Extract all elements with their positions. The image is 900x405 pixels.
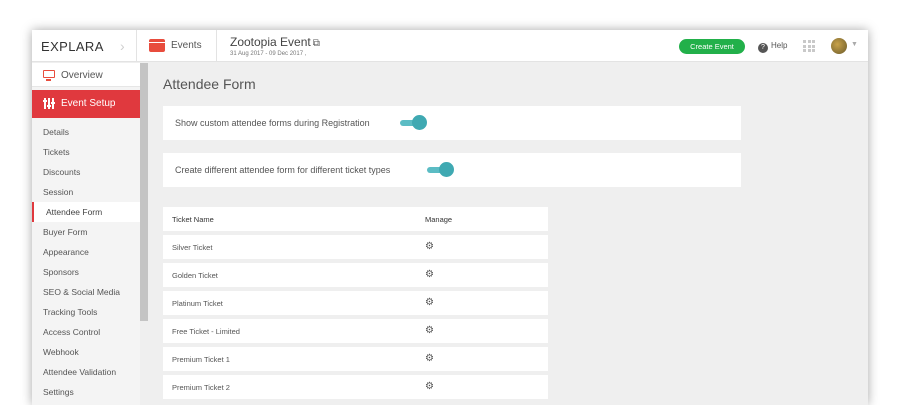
per-ticket-forms-toggle[interactable] (427, 162, 454, 177)
sliders-icon (43, 98, 55, 109)
events-nav-link[interactable]: Events (171, 40, 202, 51)
sidebar-item-session[interactable]: Session (32, 182, 140, 202)
sidebar-scrollbar[interactable] (140, 63, 148, 321)
ticket-name: Silver Ticket (172, 243, 213, 252)
sidebar-item-appearance[interactable]: Appearance (32, 242, 140, 262)
create-event-button[interactable]: Create Event (679, 39, 745, 54)
gear-icon[interactable]: ⚙ (425, 326, 434, 336)
avatar[interactable] (831, 38, 847, 54)
ticket-name: Premium Ticket 1 (172, 355, 230, 364)
sidebar-item-buyer-form[interactable]: Buyer Form (32, 222, 140, 242)
help-icon: ? (758, 43, 768, 53)
table-row: Silver Ticket ⚙ (163, 235, 548, 259)
custom-forms-toggle[interactable] (400, 115, 427, 130)
column-header-manage: Manage (425, 215, 453, 224)
event-title[interactable]: Zootopia Event ⧉ (230, 35, 320, 49)
event-title-text[interactable]: Zootopia Event (230, 35, 311, 49)
toggle-knob (439, 162, 454, 177)
monitor-icon (43, 70, 55, 81)
sidebar-item-details[interactable]: Details (32, 122, 140, 142)
help-link[interactable]: ? Help (758, 41, 787, 53)
sidebar-item-access-control[interactable]: Access Control (32, 322, 140, 342)
sidebar: Overview Event Setup Details Tickets Dis… (32, 63, 140, 405)
table-row: Golden Ticket ⚙ (163, 263, 548, 287)
sidebar-item-attendee-form[interactable]: Attendee Form (32, 202, 140, 222)
sidebar-item-label: Event Setup (61, 98, 116, 109)
ticket-table: Ticket Name Manage Silver Ticket ⚙ Golde… (163, 207, 548, 403)
table-row: Premium Ticket 2 ⚙ (163, 375, 548, 399)
external-link-icon[interactable]: ⧉ (313, 38, 320, 49)
sidebar-item-webhook[interactable]: Webhook (32, 342, 140, 362)
ticket-name: Premium Ticket 2 (172, 383, 230, 392)
sidebar-item-seo-social-media[interactable]: SEO & Social Media (32, 282, 140, 302)
sidebar-item-event-setup[interactable]: Event Setup (32, 90, 140, 118)
gear-icon[interactable]: ⚙ (425, 298, 434, 308)
ticket-name: Golden Ticket (172, 271, 218, 280)
option-label: Show custom attendee forms during Regist… (175, 118, 370, 128)
column-header-ticket-name: Ticket Name (172, 215, 214, 224)
apps-grid-icon[interactable] (803, 40, 815, 52)
page-title: Attendee Form (163, 76, 256, 92)
chevron-down-icon[interactable]: ▼ (851, 41, 858, 48)
gear-icon[interactable]: ⚙ (425, 270, 434, 280)
divider (216, 30, 217, 62)
event-dates: 31 Aug 2017 - 09 Dec 2017 , (230, 51, 307, 57)
explara-logo[interactable]: EXPLARA (41, 39, 104, 54)
table-row: Premium Ticket 1 ⚙ (163, 347, 548, 371)
ticket-name: Platinum Ticket (172, 299, 223, 308)
table-row: Free Ticket - Limited ⚙ (163, 319, 548, 343)
sidebar-item-sponsors[interactable]: Sponsors (32, 262, 140, 282)
help-label: Help (771, 41, 788, 50)
gear-icon[interactable]: ⚙ (425, 242, 434, 252)
gear-icon[interactable]: ⚙ (425, 354, 434, 364)
option-label: Create different attendee form for diffe… (175, 165, 391, 175)
sidebar-item-settings[interactable]: Settings (32, 382, 140, 402)
sidebar-item-attendee-validation[interactable]: Attendee Validation (32, 362, 140, 382)
option-card-per-ticket-forms: Create different attendee form for diffe… (163, 153, 741, 187)
sidebar-item-tickets[interactable]: Tickets (32, 142, 140, 162)
app-window: EXPLARA › Events Zootopia Event ⧉ 31 Aug … (32, 30, 868, 405)
ticket-name: Free Ticket - Limited (172, 327, 240, 336)
gear-icon[interactable]: ⚙ (425, 382, 434, 392)
table-header-row: Ticket Name Manage (163, 207, 548, 231)
table-row: Platinum Ticket ⚙ (163, 291, 548, 315)
sidebar-item-overview[interactable]: Overview (32, 63, 140, 87)
chevron-right-icon: › (120, 38, 125, 54)
sidebar-item-label: Overview (61, 70, 103, 81)
event-setup-submenu: Details Tickets Discounts Session Attend… (32, 122, 140, 402)
sidebar-item-discounts[interactable]: Discounts (32, 162, 140, 182)
toggle-knob (412, 115, 427, 130)
divider (136, 30, 137, 62)
sidebar-item-tracking-tools[interactable]: Tracking Tools (32, 302, 140, 322)
calendar-icon[interactable] (149, 39, 165, 52)
option-card-custom-forms: Show custom attendee forms during Regist… (163, 106, 741, 140)
top-bar: EXPLARA › Events Zootopia Event ⧉ 31 Aug … (32, 30, 868, 62)
main-content: Attendee Form Show custom attendee forms… (148, 63, 868, 405)
